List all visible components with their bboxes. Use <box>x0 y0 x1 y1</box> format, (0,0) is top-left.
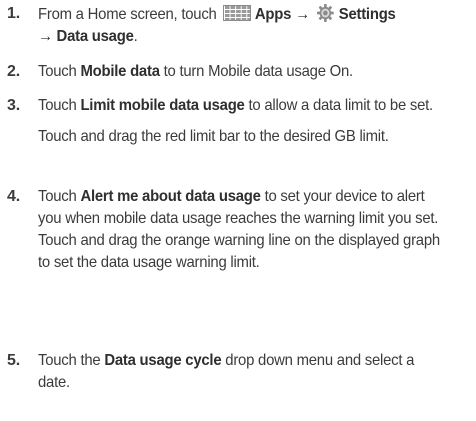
apps-label: Apps <box>254 6 292 23</box>
step-suffix: to turn Mobile data usage On. <box>159 63 354 80</box>
arrow: → <box>291 6 314 23</box>
step-text: From a Home screen, touch Apps → Setting… <box>38 3 442 48</box>
step-text: Touch Limit mobile data usage to allow a… <box>38 95 442 148</box>
step-number: 3. <box>7 97 20 114</box>
step-prefix: Touch <box>38 63 81 80</box>
settings-gear-icon <box>317 4 335 22</box>
step-prefix: Touch <box>38 188 81 205</box>
step-suffix: . <box>133 28 138 45</box>
step-number: 4. <box>7 188 20 205</box>
step-suffix: to allow a data limit to be set. <box>244 97 433 114</box>
step-prefix: From a Home screen, touch <box>38 6 221 23</box>
step-prefix: Touch the <box>38 352 105 369</box>
step-subtext: Touch and drag the red limit bar to the … <box>38 128 389 145</box>
data-usage-label: Data usage <box>56 28 134 45</box>
step-main: Touch Limit mobile data usage to allow a… <box>38 95 442 117</box>
arrow: → <box>38 28 57 45</box>
step-bold-term: Alert me about data usage <box>80 188 261 205</box>
step-bold-term: Mobile data <box>80 63 160 80</box>
step-number: 1. <box>7 5 20 22</box>
step-text: Touch Mobile data to turn Mobile data us… <box>38 61 442 83</box>
instruction-list: 1. From a Home screen, touch Apps → Sett… <box>0 0 476 421</box>
apps-grid-icon <box>223 5 252 21</box>
settings-label: Settings <box>338 6 396 23</box>
step-text: Touch the Data usage cycle drop down men… <box>38 350 442 394</box>
step-number: 2. <box>7 63 20 80</box>
step-bold-term: Data usage cycle <box>104 352 222 369</box>
step-bold-term: Limit mobile data usage <box>80 97 245 114</box>
step-text: Touch Alert me about data usage to set y… <box>38 186 442 274</box>
step-prefix: Touch <box>38 97 81 114</box>
step-number: 5. <box>7 352 20 369</box>
